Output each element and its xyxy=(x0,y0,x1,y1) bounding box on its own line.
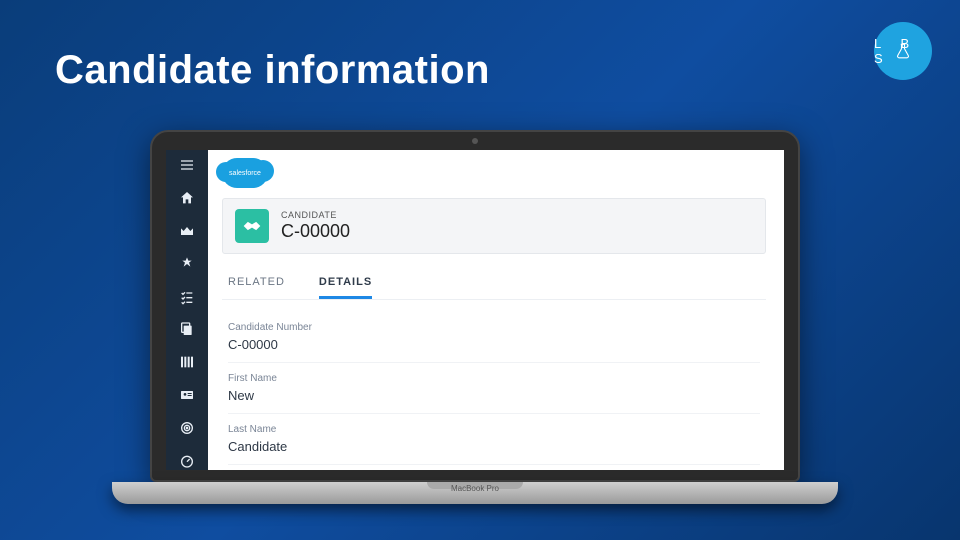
checklist-icon[interactable] xyxy=(177,287,197,306)
record-header: CANDIDATE C-00000 xyxy=(222,198,766,254)
details-fields: Candidate Number C-00000 First Name New … xyxy=(222,300,766,470)
slide-title: Candidate information xyxy=(55,48,490,93)
star-person-icon[interactable] xyxy=(177,254,197,273)
record-eyebrow: CANDIDATE xyxy=(281,210,350,220)
salesforce-logo[interactable]: salesforce xyxy=(222,158,268,188)
field-value: New xyxy=(228,388,760,403)
handshake-icon xyxy=(235,209,269,243)
id-card-icon[interactable] xyxy=(177,386,197,405)
labs-badge: L B S xyxy=(874,22,932,80)
field-value: Candidate xyxy=(228,439,760,454)
tab-details[interactable]: DETAILS xyxy=(319,276,372,299)
field-row: Candidate Number C-00000 xyxy=(228,312,760,363)
field-value: C-00000 xyxy=(228,337,760,352)
target-icon[interactable] xyxy=(177,418,197,437)
record-meta: CANDIDATE C-00000 xyxy=(281,210,350,242)
sidebar xyxy=(166,150,208,470)
salesforce-logo-text: salesforce xyxy=(229,170,261,177)
home-icon[interactable] xyxy=(177,189,197,208)
record-name: C-00000 xyxy=(281,221,350,242)
app-screen: salesforce CANDIDATE C-00000 RELATED xyxy=(166,150,784,470)
field-row: First Name New xyxy=(228,363,760,414)
laptop-base: MacBook Pro xyxy=(112,482,838,504)
copy-icon[interactable] xyxy=(177,320,197,339)
dashboard-icon[interactable] xyxy=(177,451,197,470)
laptop-mock: salesforce CANDIDATE C-00000 RELATED xyxy=(150,130,800,504)
slide-stage: Candidate information L B S xyxy=(0,0,960,540)
labs-label: L B S xyxy=(874,36,932,66)
field-row: Last Name Candidate xyxy=(228,414,760,465)
laptop-label: MacBook Pro xyxy=(112,484,838,493)
main-panel: salesforce CANDIDATE C-00000 RELATED xyxy=(208,150,784,470)
library-icon[interactable] xyxy=(177,353,197,372)
laptop-bezel: salesforce CANDIDATE C-00000 RELATED xyxy=(150,130,800,482)
field-label: Candidate Number xyxy=(228,322,760,333)
menu-icon[interactable] xyxy=(177,156,197,175)
laptop-camera xyxy=(472,138,478,144)
crown-icon[interactable] xyxy=(177,222,197,241)
field-label: Last Name xyxy=(228,424,760,435)
tab-related[interactable]: RELATED xyxy=(228,276,285,299)
field-row: SSN xyxy=(228,465,760,470)
tabs: RELATED DETAILS xyxy=(222,276,766,300)
field-label: First Name xyxy=(228,373,760,384)
